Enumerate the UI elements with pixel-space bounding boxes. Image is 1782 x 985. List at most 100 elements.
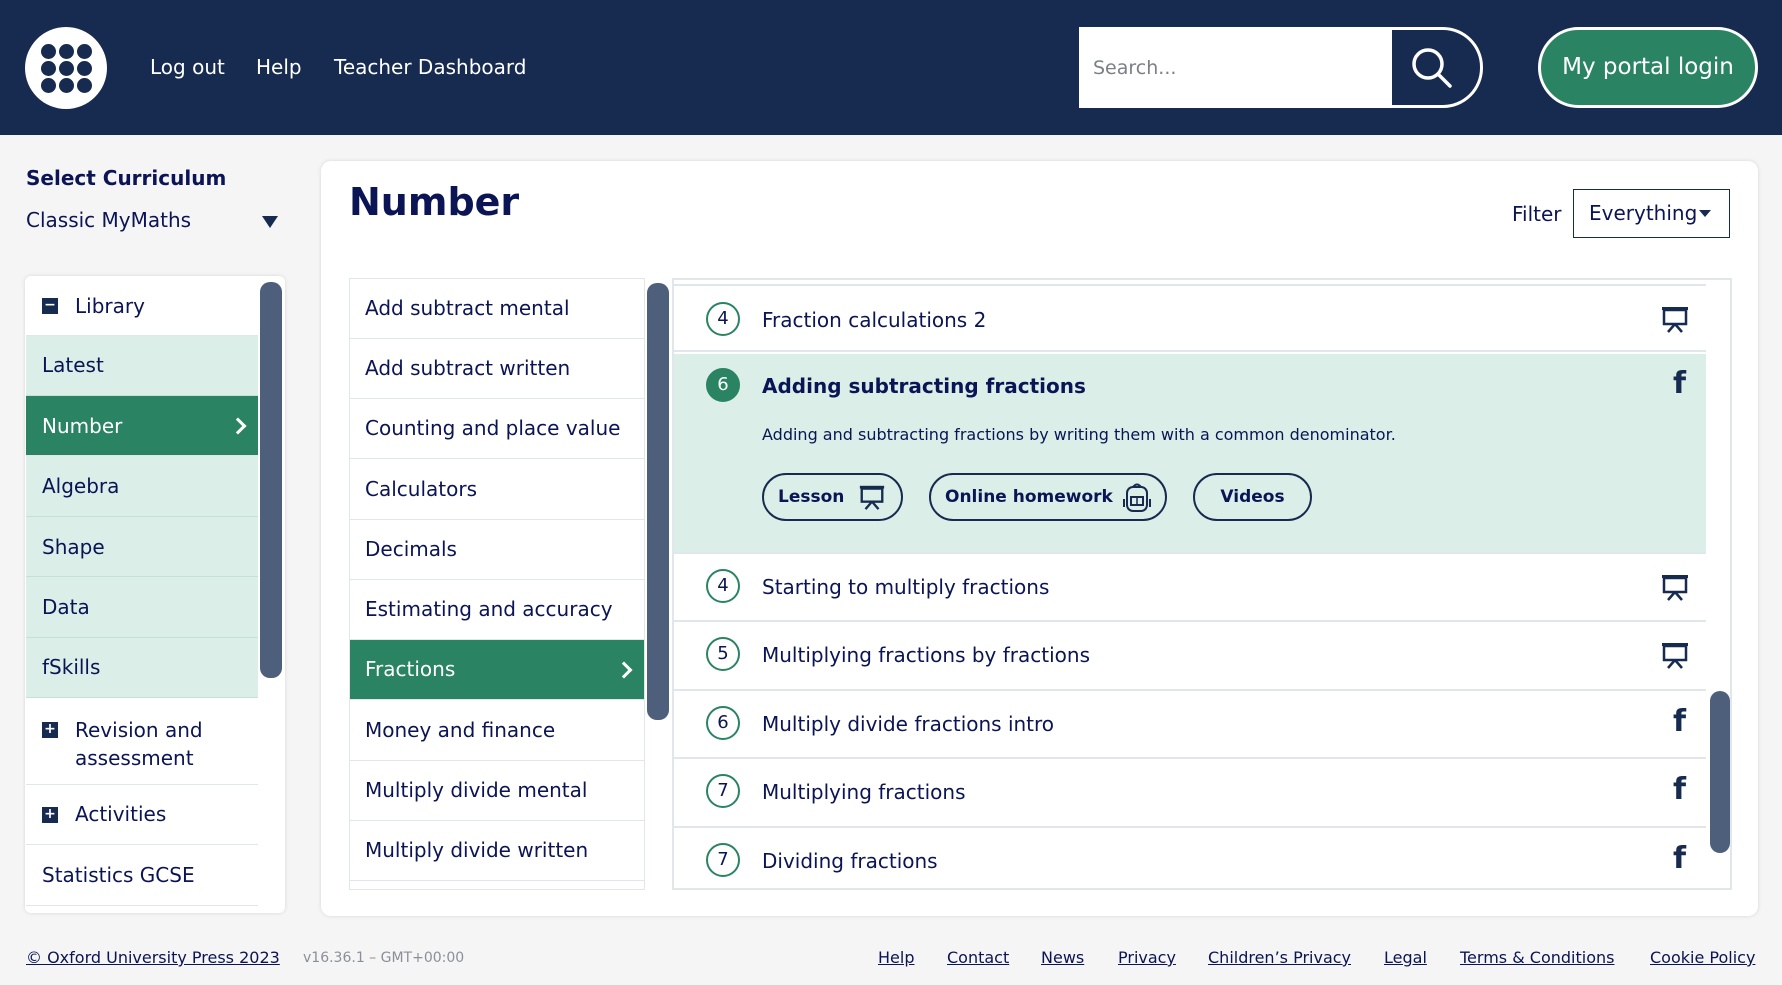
topic-label: Fractions	[365, 657, 456, 681]
lesson-title: Adding subtracting fractions	[762, 374, 1086, 398]
sidebar-item-label: Data	[42, 595, 90, 619]
sidebar-scrollbar[interactable]	[260, 282, 282, 678]
caret-down-icon	[1699, 210, 1711, 217]
online-homework-button[interactable]: Online homework	[929, 473, 1167, 521]
topic-item[interactable]: Decimals	[350, 520, 644, 580]
topic-item[interactable]: Add subtract mental	[350, 279, 644, 339]
sidebar-item-activities[interactable]: + Activities	[26, 785, 258, 845]
topic-item[interactable]: Add subtract written	[350, 339, 644, 399]
lesson-row[interactable]: 7 Dividing fractions f	[674, 828, 1706, 888]
lesson-list-scrollbar[interactable]	[1710, 691, 1730, 853]
search-icon	[1412, 48, 1452, 88]
footer-link-childrens-privacy[interactable]: Children’s Privacy	[1208, 948, 1351, 967]
filter-dropdown[interactable]: Everything	[1573, 189, 1730, 238]
lesson-row-expanded[interactable]: 6 Adding subtracting fractions f Adding …	[674, 354, 1706, 554]
lesson-row[interactable]: 7 Multiplying fractions f	[674, 759, 1706, 828]
backpack-icon	[1123, 483, 1151, 512]
footer-link-terms[interactable]: Terms & Conditions	[1460, 948, 1614, 967]
sidebar-item-label: fSkills	[42, 655, 101, 679]
sidebar-item-data[interactable]: Data	[26, 577, 258, 638]
sidebar-item-label: Activities	[75, 802, 167, 826]
topic-item[interactable]: Money and finance	[350, 701, 644, 761]
sidebar-item-shape[interactable]: Shape	[26, 517, 258, 577]
lesson-description: Adding and subtracting fractions by writ…	[762, 425, 1396, 444]
lesson-row[interactable]: 4 Fraction calculations 2	[674, 284, 1706, 352]
videos-button-label: Videos	[1220, 487, 1285, 507]
online-homework-button-label: Online homework	[945, 487, 1113, 507]
topic-item[interactable]: Estimating and accuracy	[350, 580, 644, 640]
level-badge: 7	[706, 843, 740, 877]
level-badge: 4	[706, 569, 740, 603]
topic-label: Money and finance	[365, 718, 556, 742]
sidebar-item-label: Shape	[42, 535, 105, 559]
sidebar-item-label: Algebra	[42, 474, 120, 498]
chevron-right-icon	[229, 417, 247, 435]
topic-label: Estimating and accuracy	[365, 597, 613, 621]
f-icon: f	[1672, 704, 1686, 739]
logout-link[interactable]: Log out	[150, 55, 225, 79]
lesson-title: Multiply divide fractions intro	[762, 712, 1055, 736]
sidebar-item-label: Number	[42, 414, 123, 438]
topic-list-scrollbar[interactable]	[647, 283, 669, 720]
caret-down-icon	[262, 216, 278, 228]
topic-item[interactable]: Multiply divide written	[350, 821, 644, 881]
page-title: Number	[349, 180, 520, 224]
sidebar-item-revision-and-assessment[interactable]: + Revision and assessment	[26, 698, 258, 785]
level-badge: 4	[706, 302, 740, 336]
topic-label: Calculators	[365, 477, 477, 501]
topic-item[interactable]: Multiply divide mental	[350, 761, 644, 821]
apps-grid-icon[interactable]	[25, 27, 107, 109]
videos-button[interactable]: Videos	[1193, 473, 1312, 521]
sidebar-item-label: Statistics GCSE	[42, 863, 195, 887]
footer-link-cookie-policy[interactable]: Cookie Policy	[1650, 948, 1755, 967]
sidebar-item-number[interactable]: Number	[26, 396, 258, 456]
lesson-button-label: Lesson	[778, 487, 845, 507]
level-badge: 6	[706, 368, 740, 402]
teacher-dashboard-link[interactable]: Teacher Dashboard	[334, 55, 526, 79]
sidebar-item-latest[interactable]: Latest	[26, 336, 258, 396]
presentation-icon	[859, 485, 885, 510]
sidebar-item-fskills[interactable]: fSkills	[26, 638, 258, 698]
lesson-title: Starting to multiply fractions	[762, 575, 1050, 599]
curriculum-select[interactable]: Classic MyMaths	[26, 208, 288, 240]
footer-link-help[interactable]: Help	[878, 948, 914, 967]
sidebar-item-statistics-gcse[interactable]: Statistics GCSE	[26, 845, 258, 906]
version-text: v16.36.1 – GMT+00:00	[303, 950, 465, 966]
portal-login-button[interactable]: My portal login	[1538, 27, 1758, 108]
sidebar-item-label-line2: assessment	[75, 746, 194, 770]
filter-label: Filter	[1512, 202, 1562, 226]
lesson-row[interactable]: 5 Multiplying fractions by fractions	[674, 622, 1706, 691]
topic-list: Add subtract mental Add subtract written…	[349, 278, 645, 890]
footer-link-contact[interactable]: Contact	[947, 948, 1009, 967]
footer-link-legal[interactable]: Legal	[1384, 948, 1427, 967]
chevron-right-icon	[615, 661, 633, 679]
lesson-row[interactable]: 4 Starting to multiply fractions	[674, 554, 1706, 622]
help-link[interactable]: Help	[256, 55, 302, 79]
footer-link-news[interactable]: News	[1041, 948, 1084, 967]
sidebar-item-library[interactable]: − Library	[26, 276, 258, 336]
f-icon: f	[1672, 772, 1686, 807]
sidebar-item-label: Revision and assessment	[75, 716, 203, 772]
footer-link-privacy[interactable]: Privacy	[1118, 948, 1176, 967]
lesson-title: Fraction calculations 2	[762, 308, 987, 332]
topic-item-fractions[interactable]: Fractions	[350, 640, 644, 700]
search-box	[1079, 27, 1483, 108]
topic-item[interactable]: Calculators	[350, 460, 644, 520]
search-input[interactable]	[1079, 27, 1409, 108]
copyright-link[interactable]: © Oxford University Press 2023	[26, 948, 280, 967]
plus-box-icon: +	[42, 807, 58, 823]
lesson-button[interactable]: Lesson	[762, 473, 903, 521]
lesson-title: Multiplying fractions by fractions	[762, 643, 1090, 667]
lesson-title: Dividing fractions	[762, 849, 938, 873]
plus-box-icon: +	[42, 722, 58, 738]
level-badge: 7	[706, 774, 740, 808]
topic-label: Decimals	[365, 537, 457, 561]
topic-item[interactable]: Counting and place value	[350, 399, 644, 459]
lesson-row[interactable]: 6 Multiply divide fractions intro f	[674, 691, 1706, 759]
lesson-title: Multiplying fractions	[762, 780, 966, 804]
library-sidebar: − Library Latest Number Algebra Shape Da…	[25, 276, 285, 913]
sidebar-item-algebra[interactable]: Algebra	[26, 456, 258, 517]
topic-label: Counting and place value	[365, 416, 621, 440]
search-button[interactable]	[1392, 27, 1483, 108]
level-badge: 5	[706, 637, 740, 671]
